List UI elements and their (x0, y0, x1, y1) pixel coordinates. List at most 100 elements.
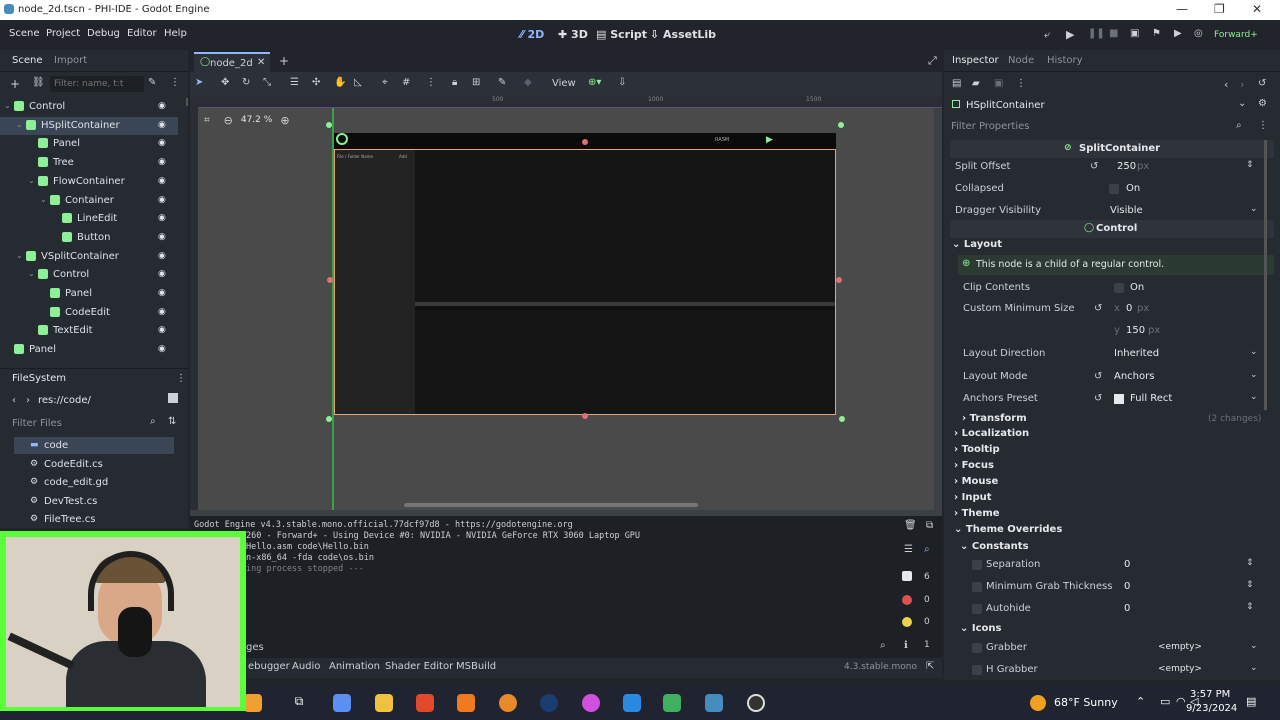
visibility-eye-icon[interactable]: ◉ (158, 213, 168, 223)
close-tab-icon[interactable]: ✕ (257, 57, 265, 68)
resource-menu-icon[interactable]: ⋮ (1016, 78, 1026, 89)
revert-icon[interactable]: ↺ (1094, 303, 1102, 314)
scene-tree-item[interactable]: ⌄ Control ◉ (0, 98, 178, 116)
renderer-select[interactable]: Forward+ (1214, 30, 1258, 40)
path-field[interactable]: res://code/ (38, 395, 91, 406)
spinner-icon[interactable]: ⇕ (1246, 602, 1254, 612)
back-icon[interactable]: ‹ (12, 395, 16, 406)
grid-snap-icon[interactable]: # (402, 77, 410, 88)
link-icon[interactable]: ⛓ (32, 77, 45, 88)
resize-handle[interactable] (327, 277, 333, 283)
menu-editor[interactable]: Editor (127, 28, 157, 39)
spinner-icon[interactable]: ⇕ (1246, 160, 1254, 170)
tab-history[interactable]: History (1047, 55, 1083, 66)
copilot-icon[interactable] (333, 694, 351, 712)
filter-toggle-icon[interactable]: ☰ (904, 544, 913, 555)
scene-tree-item[interactable]: CodeEdit ◉ (0, 304, 178, 322)
revert-icon[interactable]: ↺ (1094, 371, 1102, 382)
sort-icon[interactable]: ⇅ (168, 416, 176, 427)
remote-deploy-icon[interactable]: ⤶ (1044, 28, 1050, 42)
tab-scene[interactable]: Scene (12, 55, 43, 66)
menu-project[interactable]: Project (46, 28, 80, 39)
control-section[interactable]: ◯ Control (950, 220, 1274, 238)
tab-debugger[interactable]: ebugger (248, 661, 290, 672)
transform-group[interactable]: › Transform (962, 413, 1027, 424)
zoom-reset-icon[interactable]: ⌗ (204, 115, 210, 126)
inspector-category[interactable]: › Theme (954, 508, 1000, 519)
paint-icon[interactable] (582, 694, 600, 712)
tab-node[interactable]: Node (1008, 55, 1034, 66)
scene-tree-item[interactable]: ⌄ VSplitContainer ◉ (0, 248, 178, 266)
file-item[interactable]: ⚙ code_edit.gd (14, 474, 174, 491)
lock-icon[interactable]: 🔒︎ (452, 77, 457, 88)
pause-button[interactable]: ❚❚ (1088, 28, 1105, 39)
file-item[interactable]: ⚙ DevTest.cs (14, 493, 174, 510)
scene-tree-item[interactable]: ⌄ FlowContainer ◉ (0, 173, 178, 191)
layout-mode-select[interactable]: Anchors (1114, 371, 1154, 382)
stop-button[interactable]: ■ (1109, 28, 1118, 39)
history-back-icon[interactable]: ‹ (1224, 78, 1228, 91)
vscode-icon[interactable] (623, 694, 641, 712)
messages-toggle[interactable] (902, 571, 912, 581)
list-select-icon[interactable]: ☰ (290, 77, 299, 88)
visibility-eye-icon[interactable]: ◉ (158, 288, 168, 298)
tools-icon[interactable]: ⚙ (1258, 98, 1267, 109)
selection-handle[interactable] (838, 122, 844, 128)
smart-snap-icon[interactable]: ⌖ (382, 77, 388, 88)
visibility-eye-icon[interactable]: ◉ (158, 232, 168, 242)
workspace-script-button[interactable]: ▤ Script (596, 28, 647, 41)
inspector-category[interactable]: › Focus (954, 460, 994, 471)
icon-value[interactable]: <empty> (1158, 664, 1202, 674)
visibility-eye-icon[interactable]: ◉ (158, 325, 168, 335)
clock-date[interactable]: 9/23/2024 (1186, 703, 1237, 714)
tab-msbuild[interactable]: MSBuild (456, 661, 496, 672)
select-tool-icon[interactable]: ➤ (195, 77, 203, 88)
wifi-icon[interactable]: ◠ (1176, 695, 1186, 708)
info-icon[interactable]: ℹ (904, 640, 908, 651)
play-custom-icon[interactable]: ▶ (1174, 28, 1182, 39)
play-current-icon[interactable]: ▣ (1130, 28, 1139, 39)
icon-value[interactable]: <empty> (1158, 642, 1202, 652)
weather-label[interactable]: 68°F Sunny (1054, 696, 1118, 709)
resize-handle[interactable] (582, 413, 588, 419)
chevron-down-icon[interactable]: ⌄ (4, 101, 11, 110)
skeleton-icon[interactable]: ◆ (524, 77, 532, 88)
visibility-eye-icon[interactable]: ◉ (158, 120, 168, 130)
visibility-eye-icon[interactable]: ◉ (158, 344, 168, 354)
visibility-eye-icon[interactable]: ◉ (158, 269, 168, 279)
visibility-eye-icon[interactable]: ◉ (158, 195, 168, 205)
group-icon[interactable]: ⊞ (472, 77, 480, 88)
property-filter-input[interactable]: Filter Properties (951, 121, 1029, 132)
search-output-icon[interactable]: ⌕ (924, 544, 930, 555)
dragger-select[interactable]: Visible (1110, 205, 1143, 216)
collapsed-checkbox[interactable] (1109, 184, 1119, 194)
panel-expand-icon[interactable]: ⇱ (926, 661, 934, 672)
revert-icon[interactable]: ↺ (1090, 161, 1098, 172)
scene-filter-input[interactable] (50, 76, 144, 92)
scene-tree-item[interactable]: Panel ◉ (0, 341, 178, 359)
node-dropdown-icon[interactable]: ⌄ (1238, 98, 1246, 109)
constants-group[interactable]: ⌄ Constants (960, 541, 1029, 552)
menu-help[interactable]: Help (164, 28, 187, 39)
inspector-scrollbar[interactable] (1264, 140, 1267, 410)
override-checkbox[interactable] (972, 604, 982, 614)
bone-icon[interactable]: ✎ (498, 77, 506, 88)
forward-icon[interactable]: › (26, 395, 30, 406)
output-search-icon[interactable]: ⌕ (880, 640, 886, 651)
warning-icon[interactable] (902, 617, 912, 627)
history-forward-icon[interactable]: › (1240, 78, 1244, 91)
notepad-icon[interactable] (663, 694, 681, 712)
zoom-in-icon[interactable]: ⊕ (280, 114, 289, 127)
toggle-split-icon[interactable] (168, 393, 178, 403)
file-explorer-icon[interactable] (375, 694, 393, 712)
icons-group[interactable]: ⌄ Icons (960, 623, 1001, 634)
tab-audio[interactable]: Audio (292, 661, 320, 672)
copy-output-icon[interactable]: ⧉ (926, 520, 933, 531)
godot-icon[interactable] (705, 694, 723, 712)
visibility-eye-icon[interactable]: ◉ (158, 138, 168, 148)
canvas-viewport[interactable]: ⌗ ⊖ 47.2 % ⊕ RASM ▶ File / Folder Name A… (198, 108, 938, 510)
movie-icon[interactable]: ⚑ (1152, 28, 1161, 39)
visibility-eye-icon[interactable]: ◉ (158, 251, 168, 261)
min-size-x[interactable]: 0 (1126, 303, 1132, 314)
resize-handle[interactable] (836, 277, 842, 283)
